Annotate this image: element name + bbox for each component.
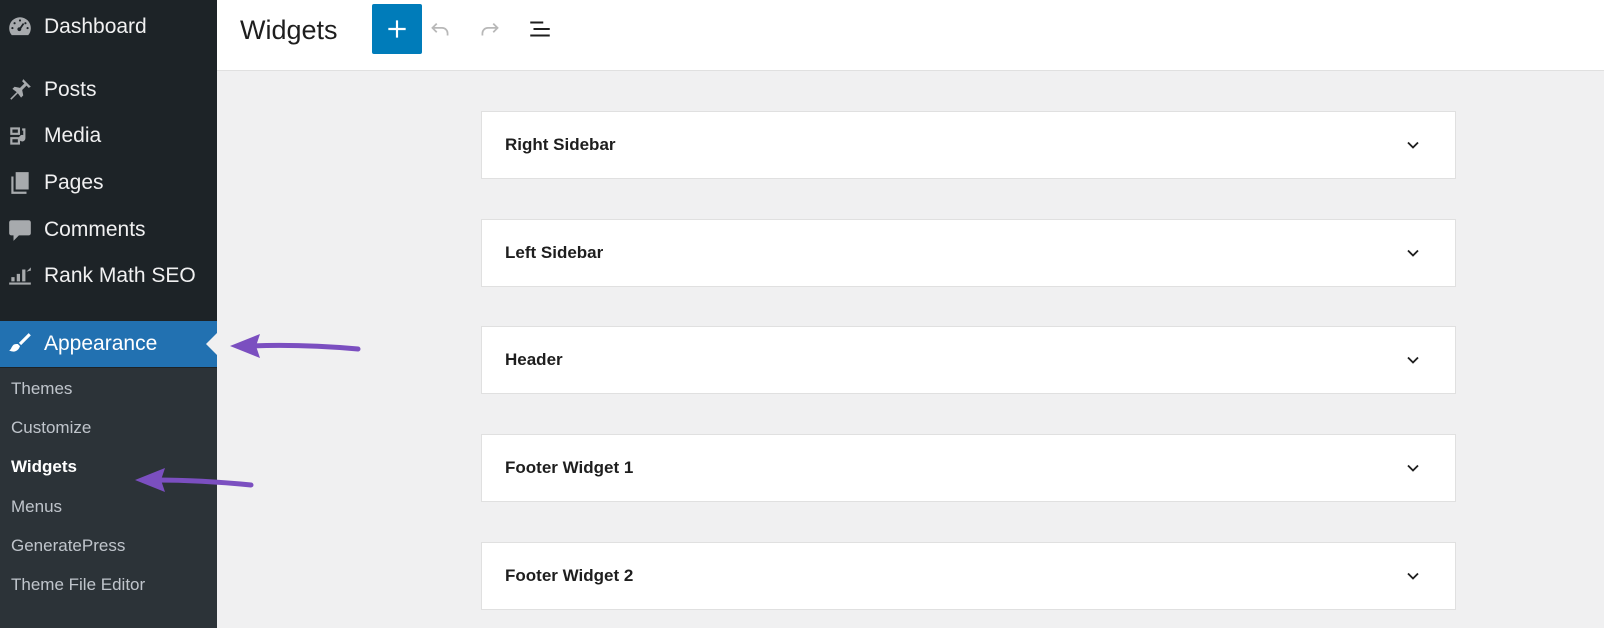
widget-area-right-sidebar[interactable]: Right Sidebar (481, 111, 1456, 179)
page-title: Widgets (240, 14, 338, 45)
submenu-item-widgets[interactable]: Widgets (11, 452, 77, 482)
submenu-item-menus[interactable]: Menus (11, 492, 62, 522)
sidebar-item-posts[interactable]: Posts (0, 67, 217, 113)
submenu-item-label: Customize (11, 418, 92, 437)
submenu-item-label: Theme File Editor (11, 575, 146, 594)
widget-area-title: Header (505, 350, 563, 369)
add-block-button[interactable] (372, 4, 422, 54)
submenu-item-generatepress[interactable]: GeneratePress (11, 531, 125, 561)
sidebar-item-label: Appearance (44, 332, 158, 355)
active-indicator (206, 333, 217, 355)
media-icon (5, 121, 35, 151)
dashboard-icon (5, 12, 35, 42)
submenu-item-label: Themes (11, 379, 73, 398)
appearance-submenu: Themes Customize Widgets Menus GenerateP… (0, 368, 217, 628)
sidebar-item-label: Media (44, 124, 102, 147)
comment-icon (5, 215, 35, 245)
rank-math-icon (5, 261, 35, 291)
widget-area-left-sidebar[interactable]: Left Sidebar (481, 219, 1456, 287)
sidebar-item-appearance[interactable]: Appearance (0, 321, 217, 367)
undo-icon (431, 22, 449, 36)
chevron-down-icon[interactable] (1401, 564, 1425, 588)
submenu-item-label: Menus (11, 497, 63, 516)
chevron-down-icon[interactable] (1401, 348, 1425, 372)
sidebar-item-label: Comments (44, 218, 146, 241)
redo-button[interactable] (475, 14, 505, 44)
annotation-arrow-appearance (230, 334, 361, 358)
paintbrush-icon (5, 329, 35, 359)
submenu-item-customize[interactable]: Customize (11, 413, 91, 443)
redo-icon (481, 22, 499, 36)
widget-area-header[interactable]: Header (481, 326, 1456, 394)
plus-icon (388, 20, 406, 38)
widget-area-footer-widget-2[interactable]: Footer Widget 2 (481, 542, 1456, 610)
sidebar-item-label: Pages (44, 171, 104, 194)
editor-header: Widgets (217, 0, 1604, 71)
sidebar-item-label: Posts (44, 78, 97, 101)
pushpin-icon (5, 75, 35, 105)
sidebar-item-pages[interactable]: Pages (0, 160, 217, 206)
widget-area-title: Footer Widget 1 (505, 458, 634, 477)
list-view-button[interactable] (525, 14, 555, 44)
sidebar-item-rank-math-seo[interactable]: Rank Math SEO (0, 253, 217, 299)
submenu-item-themes[interactable]: Themes (11, 374, 72, 404)
widget-area-title: Right Sidebar (505, 135, 616, 154)
chevron-down-icon[interactable] (1401, 133, 1425, 157)
submenu-item-theme-file-editor[interactable]: Theme File Editor (11, 570, 145, 600)
undo-button[interactable] (425, 14, 455, 44)
sidebar-item-label: Dashboard (44, 15, 147, 38)
sidebar-item-comments[interactable]: Comments (0, 207, 217, 253)
annotation-overlay (135, 334, 361, 492)
sidebar-item-label: Rank Math SEO (44, 264, 196, 287)
widget-area-title: Left Sidebar (505, 243, 604, 262)
submenu-item-label: GeneratePress (11, 536, 126, 555)
chevron-down-icon[interactable] (1401, 241, 1425, 265)
widget-area-title: Footer Widget 2 (505, 566, 634, 585)
list-view-icon (530, 21, 550, 37)
sidebar-item-dashboard[interactable]: Dashboard (0, 4, 217, 50)
chevron-down-icon[interactable] (1401, 456, 1425, 480)
pages-icon (5, 168, 35, 198)
sidebar-item-media[interactable]: Media (0, 113, 217, 159)
submenu-item-label: Widgets (11, 457, 77, 476)
widget-area-footer-widget-1[interactable]: Footer Widget 1 (481, 434, 1456, 502)
